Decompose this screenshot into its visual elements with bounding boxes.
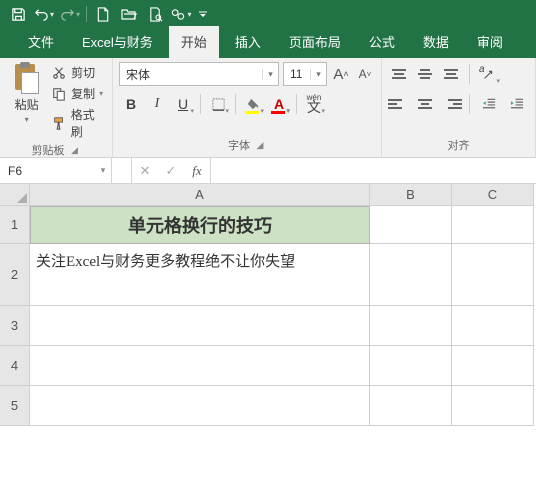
group-clipboard: 粘贴 ▾ 剪切 复制 ▾ 格式刷 剪贴板 ◢: [0, 58, 113, 157]
redo-icon[interactable]: ▾: [58, 2, 82, 26]
row-header[interactable]: 3: [0, 306, 30, 346]
phonetic-button[interactable]: wén 文▾: [302, 92, 326, 116]
cancel-formula-icon[interactable]: ✕: [132, 158, 158, 183]
formula-input[interactable]: [211, 158, 536, 183]
paste-button[interactable]: 粘贴 ▾: [6, 62, 47, 124]
increase-font-icon[interactable]: A˄: [331, 63, 351, 85]
chevron-down-icon: ▾: [310, 69, 326, 80]
cut-button[interactable]: 剪切: [51, 64, 106, 81]
clipboard-launcher-icon[interactable]: ◢: [69, 144, 81, 156]
font-size-value: 11: [284, 67, 310, 81]
print-preview-icon[interactable]: [143, 2, 167, 26]
tab-data[interactable]: 数据: [411, 26, 461, 58]
row-header[interactable]: 4: [0, 346, 30, 386]
tab-review[interactable]: 审阅: [465, 26, 515, 58]
group-font: 宋体 ▾ 11 ▾ A˄ A˅ B I U▾ ▾ ▾ A▾: [113, 58, 382, 157]
select-all-corner[interactable]: [0, 184, 30, 206]
italic-button[interactable]: I: [145, 92, 169, 116]
bold-button[interactable]: B: [119, 92, 143, 116]
tab-home[interactable]: 开始: [169, 26, 219, 58]
tab-excel-finance[interactable]: Excel与财务: [70, 26, 165, 58]
copy-icon: [51, 86, 67, 102]
align-left-button[interactable]: [388, 93, 410, 115]
format-painter-button[interactable]: 格式刷: [51, 106, 106, 140]
new-file-icon[interactable]: [91, 2, 115, 26]
open-file-icon[interactable]: [117, 2, 141, 26]
ribbon: 粘贴 ▾ 剪切 复制 ▾ 格式刷 剪贴板 ◢: [0, 58, 536, 158]
row-header[interactable]: 1: [0, 206, 30, 244]
formula-bar-spacer: [112, 158, 132, 183]
cell[interactable]: [30, 306, 370, 346]
chevron-down-icon: ▾: [95, 165, 111, 176]
cell[interactable]: [452, 306, 534, 346]
tab-file[interactable]: 文件: [16, 26, 66, 58]
cell[interactable]: [370, 306, 452, 346]
font-name-combo[interactable]: 宋体 ▾: [119, 62, 279, 86]
column-header[interactable]: B: [370, 184, 452, 206]
cell[interactable]: 单元格换行的技巧: [30, 206, 370, 244]
qat-separator: [86, 6, 87, 22]
group-alignment: a▾ 对齐: [382, 58, 536, 157]
name-box[interactable]: F6 ▾: [0, 158, 112, 183]
column-header[interactable]: C: [452, 184, 534, 206]
format-painter-label: 格式刷: [71, 106, 106, 140]
font-name-value: 宋体: [120, 66, 262, 83]
worksheet-grid: 12345 ABC 单元格换行的技巧关注Excel与财务更多教程绝不让你失望: [0, 184, 536, 500]
cell[interactable]: [452, 346, 534, 386]
tab-formulas[interactable]: 公式: [357, 26, 407, 58]
cell[interactable]: [370, 206, 452, 244]
cell[interactable]: [30, 386, 370, 426]
group-align-label: 对齐: [448, 137, 470, 153]
undo-icon[interactable]: ▾: [32, 2, 56, 26]
cell[interactable]: [452, 244, 534, 306]
name-box-value: F6: [0, 164, 95, 178]
format-painter-icon: [51, 115, 67, 131]
quick-access-toolbar: ▾ ▾ ▾: [0, 0, 536, 28]
tab-insert[interactable]: 插入: [223, 26, 273, 58]
ribbon-tabs: 文件 Excel与财务 开始 插入 页面布局 公式 数据 审阅: [0, 28, 536, 58]
increase-indent-button[interactable]: [505, 92, 529, 116]
copy-button[interactable]: 复制 ▾: [51, 85, 106, 102]
cell[interactable]: [30, 346, 370, 386]
font-size-combo[interactable]: 11 ▾: [283, 62, 327, 86]
cell[interactable]: 关注Excel与财务更多教程绝不让你失望: [30, 244, 370, 306]
save-icon[interactable]: [6, 2, 30, 26]
insert-function-button[interactable]: fx: [184, 158, 210, 183]
decrease-indent-button[interactable]: [477, 92, 501, 116]
cell[interactable]: [452, 206, 534, 244]
cell[interactable]: [452, 386, 534, 426]
qat-customize-icon[interactable]: [195, 2, 211, 26]
decrease-font-icon[interactable]: A˅: [355, 63, 375, 85]
align-right-button[interactable]: [440, 93, 462, 115]
copy-label: 复制: [71, 85, 95, 102]
cut-label: 剪切: [71, 64, 95, 81]
column-header[interactable]: A: [30, 184, 370, 206]
align-bottom-button[interactable]: [440, 63, 462, 85]
accept-formula-icon[interactable]: ✓: [158, 158, 184, 183]
paste-icon: [11, 62, 43, 94]
touch-mode-icon[interactable]: ▾: [169, 2, 193, 26]
tab-page-layout[interactable]: 页面布局: [277, 26, 353, 58]
cut-icon: [51, 65, 67, 81]
group-font-label: 字体: [228, 137, 250, 153]
group-clipboard-label: 剪贴板: [32, 142, 65, 158]
cell[interactable]: [370, 386, 452, 426]
chevron-down-icon: ▾: [262, 69, 278, 80]
orientation-button[interactable]: a▾: [477, 62, 501, 86]
font-color-button[interactable]: A▾: [267, 92, 291, 116]
paste-label: 粘贴: [15, 96, 39, 113]
align-middle-button[interactable]: [414, 63, 436, 85]
align-top-button[interactable]: [388, 63, 410, 85]
row-header[interactable]: 2: [0, 244, 30, 306]
align-center-button[interactable]: [414, 93, 436, 115]
row-header[interactable]: 5: [0, 386, 30, 426]
fill-color-button[interactable]: ▾: [241, 92, 265, 116]
underline-button[interactable]: U▾: [171, 92, 195, 116]
formula-bar: F6 ▾ ✕ ✓ fx: [0, 158, 536, 184]
cell[interactable]: [370, 244, 452, 306]
font-launcher-icon[interactable]: ◢: [254, 139, 266, 151]
border-button[interactable]: ▾: [206, 92, 230, 116]
cell[interactable]: [370, 346, 452, 386]
